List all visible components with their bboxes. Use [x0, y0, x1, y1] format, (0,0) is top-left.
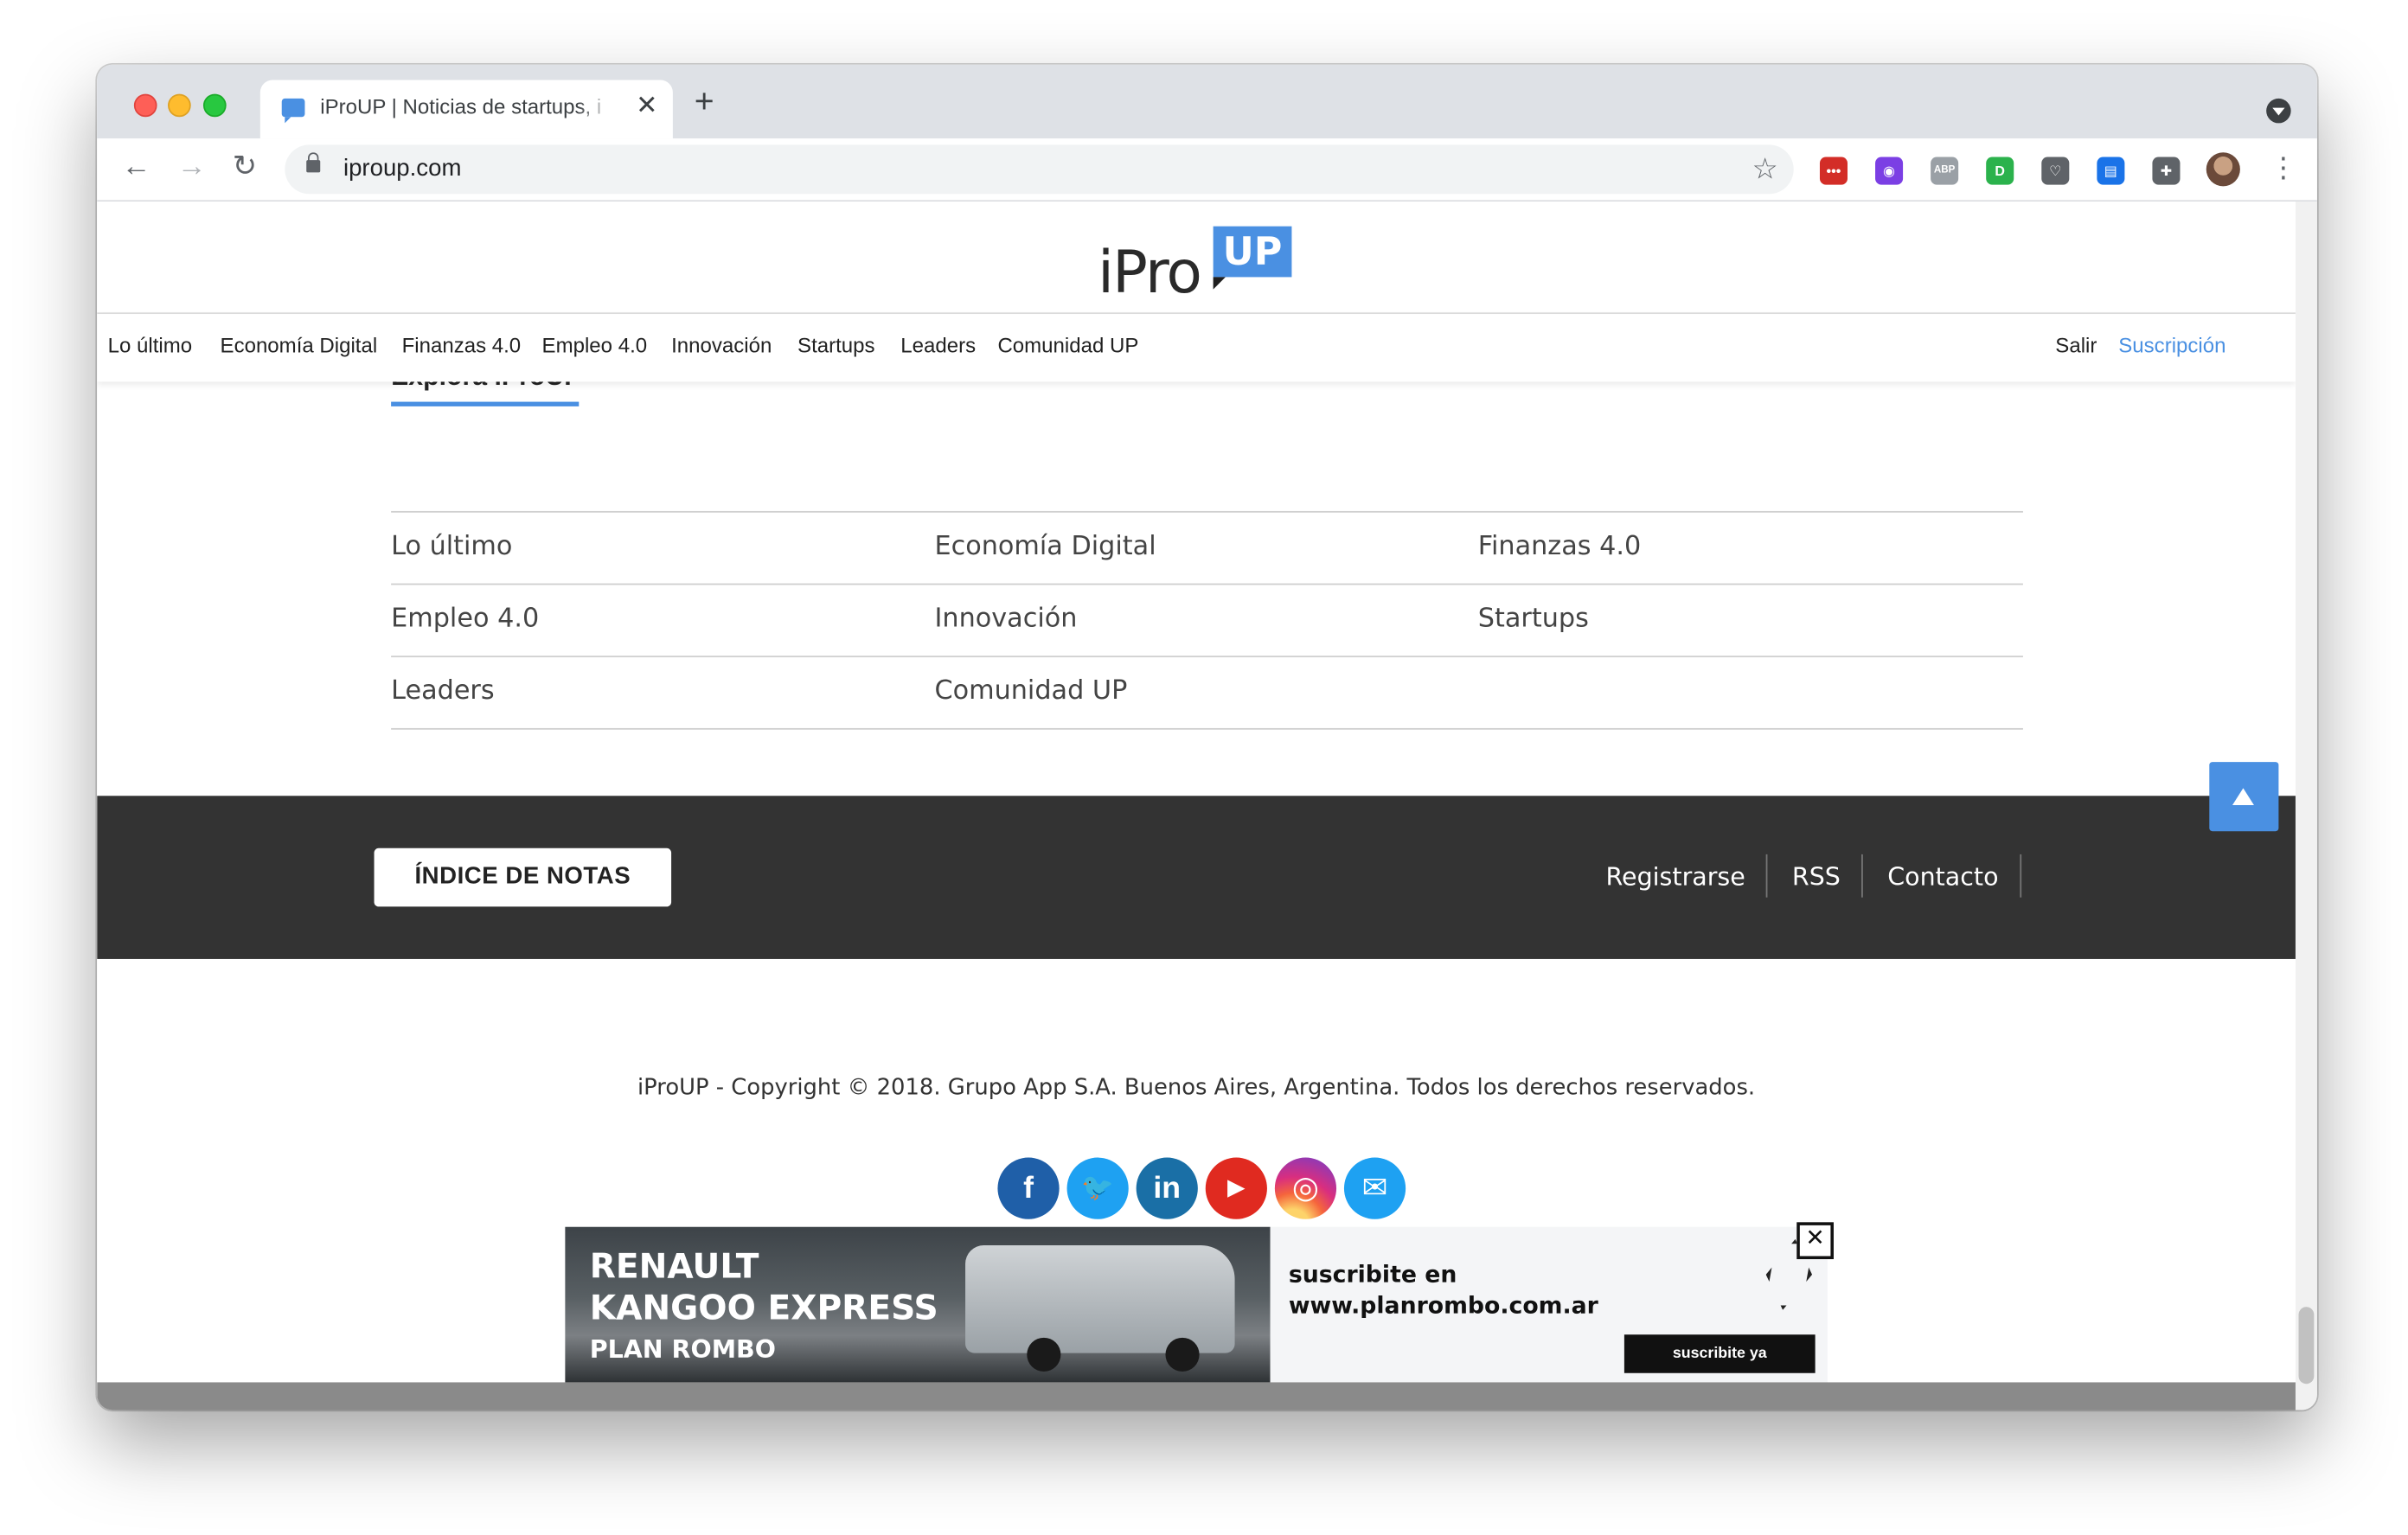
nav-item-empleo[interactable]: Empleo 4.0	[542, 334, 648, 357]
topic-row: Lo último Economía Digital Finanzas 4.0	[391, 510, 2023, 584]
nav-item-leaders[interactable]: Leaders	[900, 334, 976, 357]
tab-strip: iProUP | Noticias de startups, i ✕ +	[97, 64, 2317, 139]
topic-link-empleo[interactable]: Empleo 4.0	[391, 604, 539, 635]
scrollbar-thumb[interactable]	[2298, 1307, 2315, 1385]
ad-title-plan-rombo: PLAN ROMBO	[589, 1334, 776, 1365]
minimize-window-button[interactable]	[168, 93, 191, 118]
ad-title-renault: RENAULT	[589, 1248, 759, 1288]
indice-de-notas-button[interactable]: ÍNDICE DE NOTAS	[374, 847, 672, 907]
ad-close-icon[interactable]: ✕	[1796, 1222, 1834, 1260]
footer-divider	[2020, 854, 2022, 898]
bottom-strip	[97, 1382, 2296, 1410]
copyright-text: iProUP - Copyright © 2018. Grupo App S.A…	[637, 1076, 1756, 1101]
topic-row: Empleo 4.0 Innovación Startups	[391, 583, 2023, 656]
logo-text: iPro	[1098, 238, 1202, 307]
subscription-link[interactable]: Suscripción	[2118, 334, 2225, 357]
active-tab[interactable]: iProUP | Noticias de startups, i ✕	[259, 80, 673, 139]
site-favicon-icon	[281, 98, 305, 124]
logout-link[interactable]: Salir	[2055, 334, 2097, 357]
page-viewport: iPro UP Lo último Economía Digital Finan…	[97, 201, 2296, 1410]
nav-item-startups[interactable]: Startups	[797, 334, 875, 357]
rss-link[interactable]: RSS	[1792, 862, 1841, 892]
linkedin-icon[interactable]: in	[1136, 1157, 1198, 1219]
back-button[interactable]: ←	[122, 151, 151, 183]
youtube-icon[interactable]: ▶	[1205, 1157, 1267, 1219]
ad-subscribe-text: suscribite en	[1288, 1260, 1457, 1289]
topic-link-innovacion[interactable]: Innovación	[934, 604, 1077, 635]
maximize-window-button[interactable]	[202, 93, 227, 118]
ad-title-kangoo: KANGOO EXPRESS	[589, 1289, 938, 1329]
pocket-icon[interactable]: ♡	[2041, 157, 2070, 185]
register-link[interactable]: Registrarse	[1606, 862, 1745, 892]
browser-window: iProUP | Noticias de startups, i ✕ + ← →…	[97, 64, 2317, 1410]
reader-icon[interactable]: ▤	[2097, 157, 2125, 185]
nav-item-lo-ultimo[interactable]: Lo último	[108, 334, 193, 357]
browser-toolbar: ← → ↻ iproup.com ☆ ••• ◉ ABP D ♡ ▤ ✚ ⋮	[97, 138, 2317, 202]
renault-ad-banner[interactable]: RENAULT KANGOO EXPRESS PLAN ROMBO suscri…	[565, 1226, 1828, 1383]
page-scrollbar[interactable]	[2295, 201, 2317, 1410]
reload-button[interactable]: ↻	[233, 151, 257, 183]
twitter-icon[interactable]: 🐦	[1066, 1157, 1129, 1219]
lastpass-icon[interactable]: •••	[1819, 157, 1848, 185]
topic-link-finanzas[interactable]: Finanzas 4.0	[1478, 531, 1641, 562]
ad-cta-button[interactable]: suscribite ya	[1623, 1334, 1816, 1373]
profile-avatar[interactable]	[2206, 152, 2240, 187]
forward-button[interactable]: →	[177, 151, 207, 183]
tab-close-icon[interactable]: ✕	[636, 91, 657, 122]
contact-link[interactable]: Contacto	[1887, 862, 1998, 892]
nav-item-economia-digital[interactable]: Economía Digital	[221, 334, 378, 357]
site-header: iPro UP	[97, 201, 2296, 315]
footer-divider	[1861, 854, 1863, 898]
topics-grid: Lo último Economía Digital Finanzas 4.0 …	[391, 510, 2023, 730]
heading-underline	[391, 401, 580, 406]
tab-search-icon[interactable]	[2266, 98, 2291, 124]
extension-green-icon[interactable]: D	[1986, 157, 2014, 185]
nav-item-comunidad-up[interactable]: Comunidad UP	[997, 334, 1138, 357]
nav-item-innovacion[interactable]: Innovación	[671, 334, 772, 357]
url-text[interactable]: iproup.com	[343, 156, 462, 183]
topic-link-leaders[interactable]: Leaders	[391, 675, 495, 707]
instagram-icon[interactable]: ◎	[1274, 1157, 1337, 1219]
close-window-button[interactable]	[133, 93, 157, 118]
topic-link-economia-digital[interactable]: Economía Digital	[934, 531, 1156, 562]
footer-divider	[1765, 854, 1768, 898]
topic-link-lo-ultimo[interactable]: Lo último	[391, 531, 512, 562]
facebook-icon[interactable]: f	[997, 1157, 1060, 1219]
tab-title: iProUP | Noticias de startups, i	[320, 95, 602, 119]
scroll-to-top-button[interactable]	[2209, 762, 2279, 832]
logo-badge: UP	[1213, 226, 1292, 290]
new-tab-button[interactable]: +	[695, 84, 714, 118]
extensions-puzzle-icon[interactable]: ✚	[2152, 157, 2181, 185]
topic-link-comunidad-up[interactable]: Comunidad UP	[934, 675, 1127, 707]
footer-bar: ÍNDICE DE NOTAS Registrarse RSS Contacto	[97, 796, 2296, 959]
address-bar[interactable]: iproup.com ☆	[285, 144, 1794, 195]
main-nav: Lo último Economía Digital Finanzas 4.0 …	[97, 314, 2296, 382]
mail-icon[interactable]: ✉	[1343, 1157, 1406, 1219]
color-picker-icon[interactable]: ◉	[1875, 157, 1904, 185]
topic-row: Leaders Comunidad UP	[391, 656, 2023, 730]
lock-icon[interactable]	[306, 152, 321, 173]
ad-url-text: www.planrombo.com.ar	[1288, 1291, 1598, 1320]
adblock-icon[interactable]: ABP	[1931, 157, 1959, 185]
bookmark-star-icon[interactable]: ☆	[1752, 152, 1778, 188]
topic-link-startups[interactable]: Startups	[1478, 604, 1589, 635]
browser-menu-icon[interactable]: ⋮	[2270, 150, 2297, 184]
nav-item-finanzas[interactable]: Finanzas 4.0	[402, 334, 522, 357]
